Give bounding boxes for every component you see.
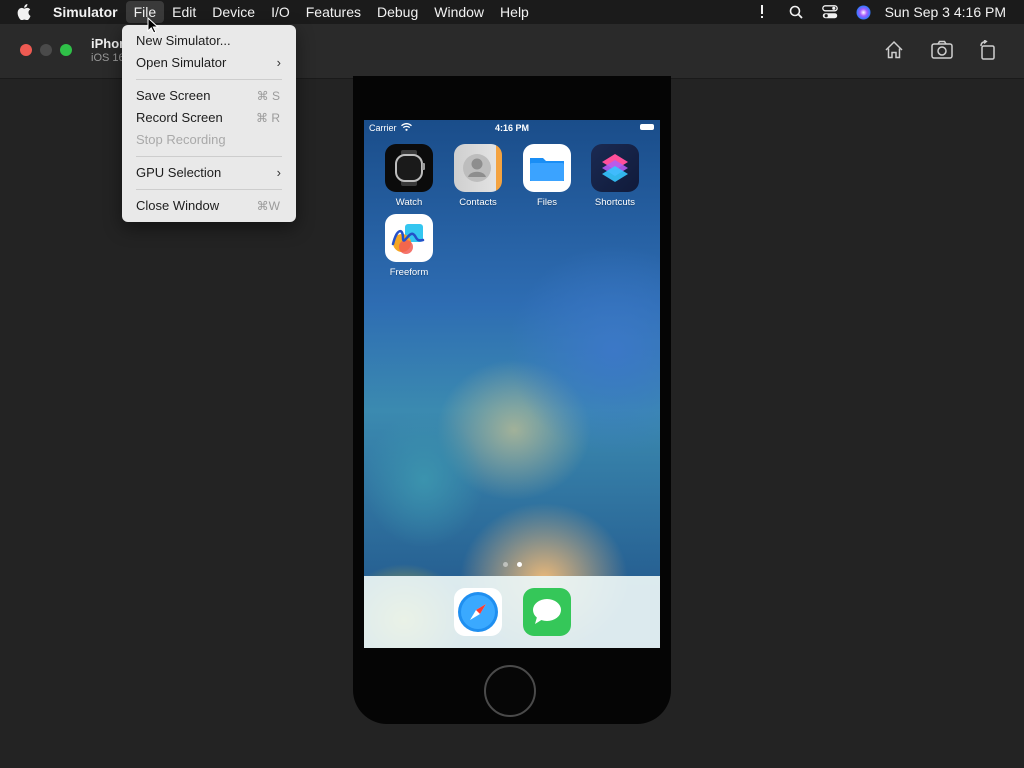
app-label: Freeform xyxy=(389,267,429,278)
ios-dock xyxy=(364,576,660,648)
menu-item-label: Record Screen xyxy=(136,110,223,125)
device-home-button[interactable] xyxy=(484,665,536,717)
close-window-button[interactable] xyxy=(20,44,32,56)
menu-io[interactable]: I/O xyxy=(263,1,298,23)
ios-clock: 4:16 PM xyxy=(494,123,529,133)
menu-item-open-simulator[interactable]: Open Simulator › xyxy=(122,52,296,74)
page-dot-active[interactable] xyxy=(516,562,522,567)
menu-item-label: Save Screen xyxy=(136,88,211,103)
page-dot[interactable] xyxy=(502,562,508,567)
safari-icon[interactable] xyxy=(454,588,502,636)
menu-debug[interactable]: Debug xyxy=(369,1,426,23)
menu-bar-extras: Sun Sep 3 4:16 PM xyxy=(745,0,1006,24)
window-controls xyxy=(20,44,72,56)
home-button-icon[interactable] xyxy=(882,38,906,62)
ios-status-bar: Carrier 4:16 PM xyxy=(364,120,660,136)
menu-shortcut: ⌘ S xyxy=(256,89,280,103)
menu-item-record-screen[interactable]: Record Screen ⌘ R xyxy=(122,107,296,129)
battery-icon xyxy=(640,124,654,130)
rotate-icon[interactable] xyxy=(976,38,1000,62)
menu-features[interactable]: Features xyxy=(298,1,369,23)
menu-item-label: Stop Recording xyxy=(136,132,226,147)
menu-separator xyxy=(136,189,282,190)
siri-icon[interactable] xyxy=(847,0,881,24)
menu-app-simulator[interactable]: Simulator xyxy=(53,1,126,23)
app-shortcuts[interactable]: Shortcuts xyxy=(591,144,639,208)
contacts-icon xyxy=(454,144,502,192)
watch-icon xyxy=(385,144,433,192)
chevron-right-icon: › xyxy=(276,165,281,180)
exclamation-icon[interactable] xyxy=(745,0,779,24)
app-files[interactable]: Files xyxy=(523,144,571,208)
menu-item-stop-recording: Stop Recording xyxy=(122,129,296,151)
menu-item-label: GPU Selection xyxy=(136,165,222,180)
menu-item-close-window[interactable]: Close Window ⌘W xyxy=(122,195,296,217)
apple-icon[interactable] xyxy=(17,4,37,20)
menu-separator xyxy=(136,156,282,157)
app-label: Files xyxy=(536,197,558,208)
app-label: Watch xyxy=(395,197,423,208)
menu-item-label: Open Simulator xyxy=(136,55,227,70)
control-center-icon[interactable] xyxy=(813,0,847,24)
menu-item-label: Close Window xyxy=(136,198,220,213)
file-menu-dropdown: New Simulator... Open Simulator › Save S… xyxy=(122,25,296,222)
menu-edit[interactable]: Edit xyxy=(164,1,204,23)
menu-shortcut: ⌘W xyxy=(256,199,280,213)
app-freeform[interactable]: Freeform xyxy=(385,214,433,278)
files-icon xyxy=(523,144,571,192)
menu-item-gpu-selection[interactable]: GPU Selection › xyxy=(122,162,296,184)
search-icon[interactable] xyxy=(779,0,813,24)
screenshot-icon[interactable] xyxy=(930,38,954,62)
iphone-screen[interactable]: Carrier 4:16 PM Watch Contacts Files Sho… xyxy=(364,120,660,648)
menu-help[interactable]: Help xyxy=(492,1,537,23)
app-contacts[interactable]: Contacts xyxy=(454,144,502,208)
device-os-version: iOS 16 xyxy=(91,52,125,64)
menu-window[interactable]: Window xyxy=(426,1,492,23)
page-indicator[interactable] xyxy=(364,562,660,567)
messages-icon[interactable] xyxy=(523,588,571,636)
menu-shortcut: ⌘ R xyxy=(256,111,280,125)
freeform-icon xyxy=(385,214,433,262)
menu-item-save-screen[interactable]: Save Screen ⌘ S xyxy=(122,85,296,107)
chevron-right-icon: › xyxy=(276,55,281,70)
zoom-window-button[interactable] xyxy=(60,44,72,56)
app-label: Contacts xyxy=(459,197,497,208)
shortcuts-icon xyxy=(591,144,639,192)
app-label: Shortcuts xyxy=(594,197,636,208)
menu-bar-clock[interactable]: Sun Sep 3 4:16 PM xyxy=(885,4,1006,20)
menu-device[interactable]: Device xyxy=(204,1,263,23)
app-watch[interactable]: Watch xyxy=(385,144,433,208)
menu-separator xyxy=(136,79,282,80)
minimize-window-button[interactable] xyxy=(40,44,52,56)
mouse-pointer-icon xyxy=(147,16,160,39)
simulator-screen: Simulator File Edit Device I/O Features … xyxy=(0,0,1024,768)
